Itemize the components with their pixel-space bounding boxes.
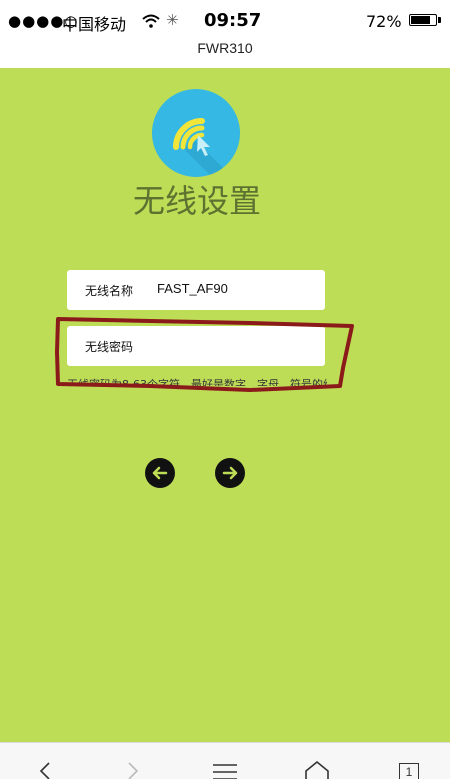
wifi-name-field[interactable]: 无线名称 FAST_AF90 [67,270,325,310]
clock: 09:57 [204,10,262,31]
arrow-left-icon [152,466,168,480]
wifi-logo-icon [152,89,240,177]
password-hint: 无线密码为8-63个字符，最好是数字、字母、符号的组合 [67,378,327,386]
page-url: FWR310 [197,40,253,56]
next-button[interactable] [215,458,245,488]
menu-icon[interactable] [210,757,240,779]
wireless-settings-page: 无线设置 无线名称 FAST_AF90 无线密码 无线密码为8-63个字符，最好… [0,68,450,742]
browser-toolbar: 1 [0,742,450,779]
battery-tip [438,17,441,23]
battery-percent: 72% [366,12,402,31]
forward-icon[interactable] [118,757,148,779]
red-annotation-outline [55,317,354,392]
tabs-count: 1 [399,763,419,779]
loading-spinner-icon: ✳ [166,11,179,29]
wifi-icon [142,14,160,28]
home-icon[interactable] [302,757,332,779]
carrier-name: 中国移动 [62,15,127,34]
tabs-button[interactable]: 1 [394,757,424,779]
status-bar: ●●●●○ 中国移动 ✳ 09:57 72% [0,0,450,40]
wifi-name-label: 无线名称 [85,284,134,298]
back-icon[interactable] [30,757,60,779]
page-title: 无线设置 [132,182,261,220]
previous-button[interactable] [145,458,175,488]
wifi-password-field[interactable]: 无线密码 [67,326,325,366]
wifi-name-input[interactable]: FAST_AF90 [157,281,228,296]
wifi-password-label: 无线密码 [85,340,134,354]
arrow-right-icon [222,466,238,480]
battery-icon [409,14,437,26]
